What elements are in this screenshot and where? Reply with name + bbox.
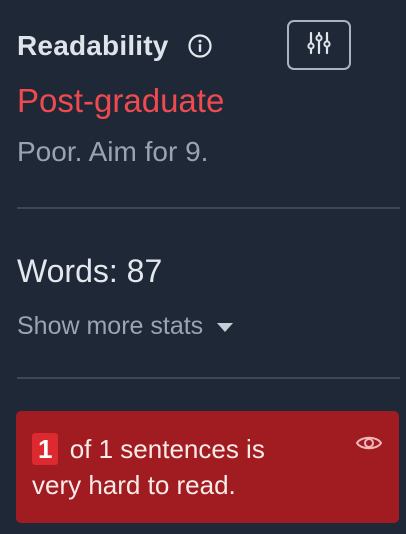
show-more-stats-toggle[interactable]: Show more stats [17,309,234,343]
alert-count-badge: 1 [32,433,59,465]
alert-text-line1: of 1 sentences is [69,434,265,464]
alert-text-line2: very hard to read. [32,470,236,500]
readability-hint: Poor. Aim for 9. [17,136,209,167]
divider [17,207,400,209]
readability-header: Readability [17,26,213,66]
caret-down-icon [217,322,234,332]
hard-sentences-alert[interactable]: 1 of 1 sentences is very hard to read. [16,411,399,523]
alert-message: 1 of 1 sentences is very hard to read. [32,431,342,503]
info-icon[interactable] [187,33,213,59]
show-more-stats-label: Show more stats [17,312,204,340]
divider [17,377,400,379]
word-count: Words: 87 [17,253,163,289]
sliders-icon [306,30,332,61]
settings-button[interactable] [287,20,351,70]
readability-title: Readability [17,30,169,61]
readability-panel: Readability Post-graduate Poor. Aim for … [0,0,406,534]
readability-grade: Post-graduate [17,82,225,119]
eye-icon[interactable] [355,431,383,455]
